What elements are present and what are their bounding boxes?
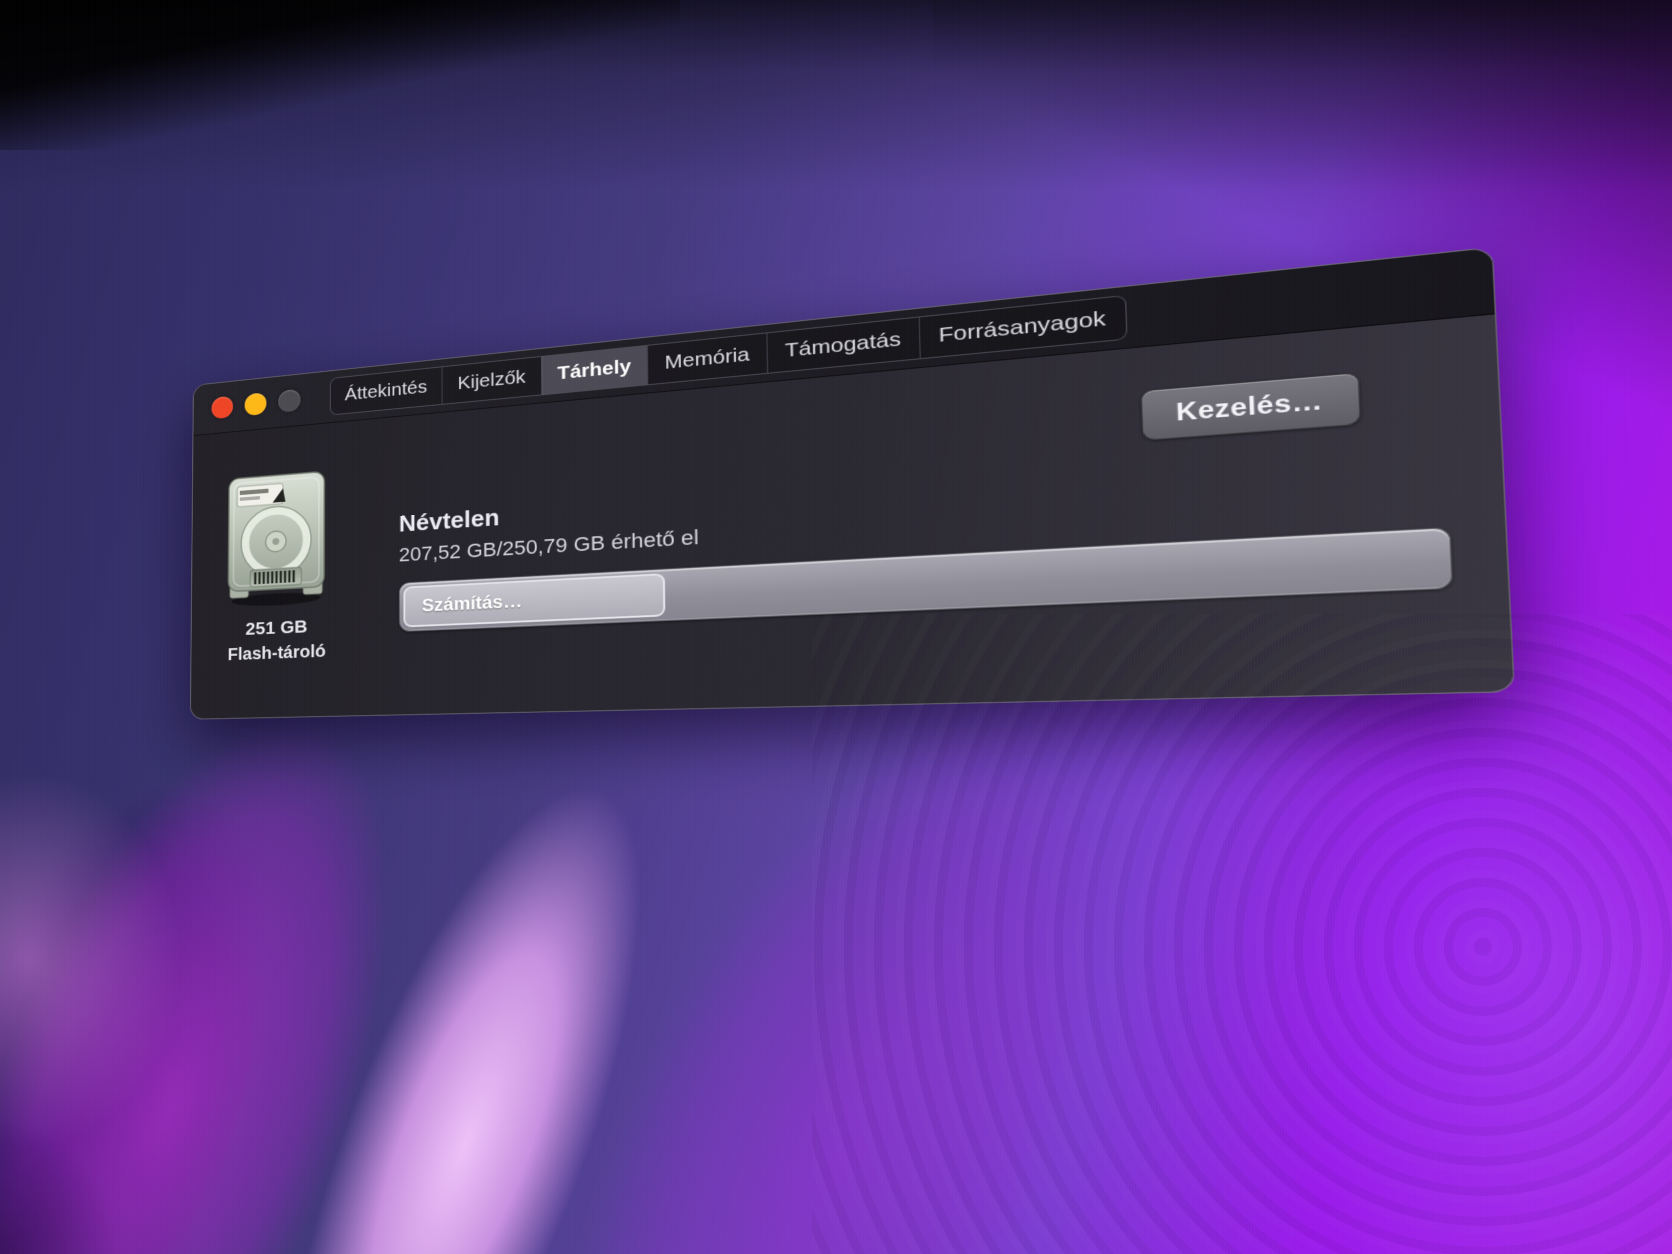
wallpaper-corner-shade — [0, 954, 260, 1254]
tab-storage[interactable]: Tárhely — [540, 345, 648, 395]
tab-memory[interactable]: Memória — [647, 333, 767, 385]
tab-support[interactable]: Támogatás — [766, 317, 920, 373]
disk-type-label: Flash-tároló — [227, 641, 326, 665]
about-this-mac-window: Áttekintés Kijelzők Tárhely Memória Támo… — [189, 246, 1516, 720]
disk-caption: 251 GB Flash-tároló — [204, 615, 350, 666]
volume-name: Névtelen — [398, 503, 500, 537]
disk-size-label: 251 GB — [245, 616, 308, 640]
hard-disk-icon — [223, 468, 329, 608]
close-button[interactable] — [211, 395, 234, 420]
minimize-button[interactable] — [244, 392, 267, 417]
tab-overview[interactable]: Áttekintés — [331, 367, 442, 414]
zoom-button-disabled — [278, 388, 301, 413]
tab-resources[interactable]: Forrásanyagok — [918, 295, 1127, 359]
tab-displays[interactable]: Kijelzők — [441, 356, 542, 404]
manage-button[interactable]: Kezelés… — [1140, 372, 1362, 441]
moire-artifact — [812, 614, 1672, 1254]
photographed-screen: Áttekintés Kijelzők Tárhely Memória Támo… — [0, 0, 1672, 1254]
monitor-bezel-corner — [0, 0, 680, 150]
wallpaper-pink-glow — [0, 700, 240, 1220]
traffic-lights — [211, 388, 301, 420]
photo-top-shade — [0, 0, 1672, 190]
calculating-segment: Számítás… — [403, 573, 666, 628]
